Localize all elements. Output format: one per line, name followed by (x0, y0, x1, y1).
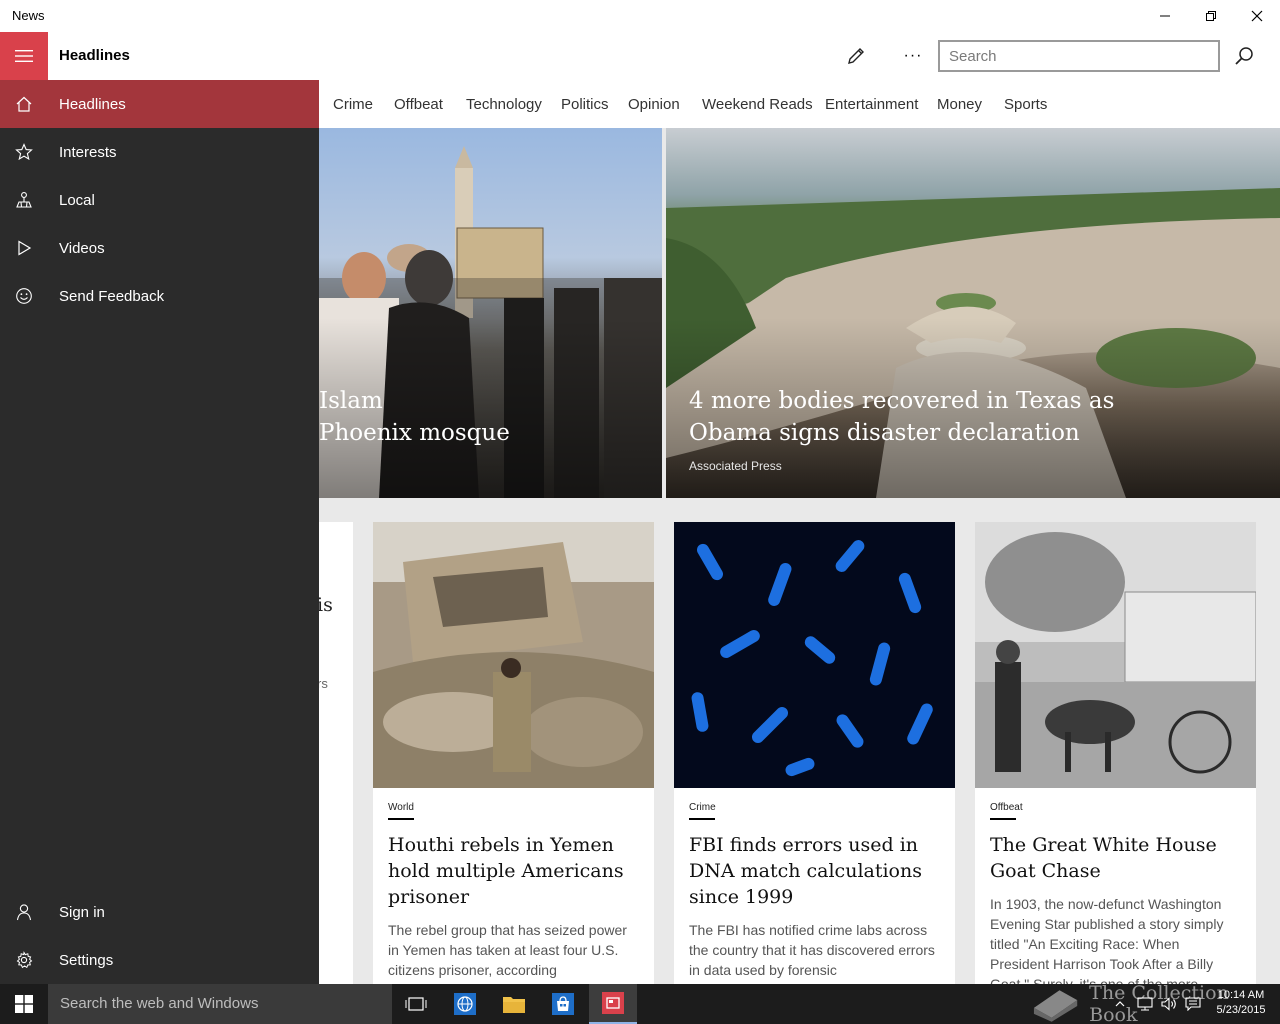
tab-opinion[interactable]: Opinion (628, 96, 680, 113)
sidebar-item-videos[interactable]: Videos (0, 224, 319, 272)
article-card-goat-chase[interactable]: Offbeat The Great White House Goat Chase… (975, 522, 1256, 984)
windows-logo-icon (15, 995, 33, 1013)
task-view-button[interactable] (392, 984, 440, 1024)
start-button[interactable] (0, 984, 48, 1024)
tab-sports[interactable]: Sports (1004, 96, 1047, 113)
close-button[interactable] (1234, 0, 1280, 32)
smiley-icon (0, 272, 48, 320)
person-icon (0, 888, 48, 936)
navigation-pane: Headlines Interests Local Videos Send Fe… (0, 80, 319, 984)
restore-icon (1206, 11, 1216, 21)
local-icon (0, 176, 48, 224)
tab-technology[interactable]: Technology (466, 96, 542, 113)
taskbar-store[interactable] (539, 984, 587, 1024)
sidebar-item-label: Local (59, 191, 95, 209)
page-title: Headlines (59, 47, 130, 64)
search-icon (1235, 47, 1253, 65)
article-photo-goat-chase (975, 522, 1256, 788)
partial-snippet-fragment: rs (319, 676, 328, 691)
app-title: News (12, 8, 45, 23)
edit-button[interactable] (836, 36, 876, 76)
article-photo-yemen (373, 522, 654, 788)
article-snippet: In 1903, the now-defunct Washington Even… (990, 896, 1224, 984)
article-title: The Great White House Goat Chase (990, 834, 1217, 882)
hero-tile-texas-flood[interactable]: 4 more bodies recovered in Texas as Obam… (666, 128, 1280, 498)
minimize-icon (1160, 15, 1170, 17)
sidebar-item-label: Interests (59, 143, 117, 161)
app-header: Headlines ··· (0, 32, 1280, 80)
close-icon (1251, 10, 1263, 22)
sidebar-item-local[interactable]: Local (0, 176, 319, 224)
star-icon (0, 128, 48, 176)
search-button[interactable] (1224, 36, 1264, 76)
hero-headline-line: 4 more bodies recovered in Texas as (689, 388, 1115, 414)
article-snippet: The rebel group that has seized power in… (388, 922, 627, 978)
title-bar: News (0, 0, 1280, 32)
partial-title-fragment: is (319, 594, 333, 616)
minimize-button[interactable] (1142, 0, 1188, 32)
sidebar-item-label: Headlines (59, 95, 126, 113)
tab-weekend-reads[interactable]: Weekend Reads (702, 96, 813, 113)
sidebar-item-headlines[interactable]: Headlines (0, 80, 319, 128)
category-underline (388, 818, 414, 820)
hero-tile-mosque[interactable]: Islam Phoenix mosque (319, 128, 662, 498)
globe-icon (454, 993, 476, 1015)
restore-button[interactable] (1188, 0, 1234, 32)
article-category: Offbeat (990, 802, 1023, 813)
article-category: Crime (689, 802, 716, 813)
tab-politics[interactable]: Politics (561, 96, 609, 113)
play-icon (0, 224, 48, 272)
hero-headline-line: Islam (319, 388, 383, 414)
article-card-fbi-dna[interactable]: Crime FBI finds errors used in DNA match… (674, 522, 955, 984)
article-title: FBI finds errors used in DNA match calcu… (689, 834, 922, 908)
search-input[interactable] (938, 40, 1220, 72)
sidebar-item-interests[interactable]: Interests (0, 128, 319, 176)
sidebar-item-label: Sign in (59, 903, 105, 921)
news-icon (602, 992, 624, 1014)
gear-icon (0, 936, 48, 984)
book-icon (1033, 990, 1078, 1022)
hero-headline-texas: 4 more bodies recovered in Texas as Obam… (689, 385, 1249, 449)
hero-source: Associated Press (689, 459, 782, 473)
partial-article-card[interactable]: is rs (319, 522, 353, 984)
hamburger-icon (15, 50, 33, 62)
hamburger-button[interactable] (0, 32, 48, 80)
sidebar-item-label: Settings (59, 951, 114, 969)
folder-icon (503, 997, 525, 1013)
home-icon (0, 80, 48, 128)
sidebar-item-settings[interactable]: Settings (0, 936, 319, 984)
hero-headline-mosque: Islam Phoenix mosque (319, 385, 659, 449)
tab-offbeat[interactable]: Offbeat (394, 96, 443, 113)
store-icon (552, 993, 574, 1015)
task-view-icon (405, 997, 427, 1011)
category-tabs: Crime Offbeat Technology Politics Opinio… (319, 80, 1280, 128)
tab-entertainment[interactable]: Entertainment (825, 96, 918, 113)
sidebar-item-send-feedback[interactable]: Send Feedback (0, 272, 319, 320)
sidebar-item-label: Send Feedback (59, 287, 165, 305)
article-photo-chromosomes (674, 522, 955, 788)
pencil-icon (848, 48, 864, 64)
hero-headline-line: Obama signs disaster declaration (689, 420, 1080, 446)
watermark: The Collection Book (1030, 982, 1280, 1024)
category-underline (990, 818, 1016, 820)
taskbar-browser[interactable] (441, 984, 489, 1024)
sidebar-item-label: Videos (59, 239, 105, 257)
category-underline (689, 818, 715, 820)
watermark-text: The Collection Book (1089, 982, 1229, 1024)
taskbar-search-box[interactable]: Search the web and Windows (48, 984, 392, 1024)
article-category: World (388, 802, 414, 813)
hero-headline-line: Phoenix mosque (319, 420, 510, 446)
tab-crime[interactable]: Crime (333, 96, 373, 113)
article-card-yemen[interactable]: World Houthi rebels in Yemen hold multip… (373, 522, 654, 984)
article-snippet: The FBI has notified crime labs across t… (689, 922, 935, 978)
tab-money[interactable]: Money (937, 96, 982, 113)
sidebar-item-sign-in[interactable]: Sign in (0, 888, 319, 936)
taskbar-news-app[interactable] (589, 984, 637, 1024)
article-title: Houthi rebels in Yemen hold multiple Ame… (388, 834, 624, 908)
more-button[interactable]: ··· (893, 36, 933, 76)
taskbar-file-explorer[interactable] (490, 984, 538, 1024)
